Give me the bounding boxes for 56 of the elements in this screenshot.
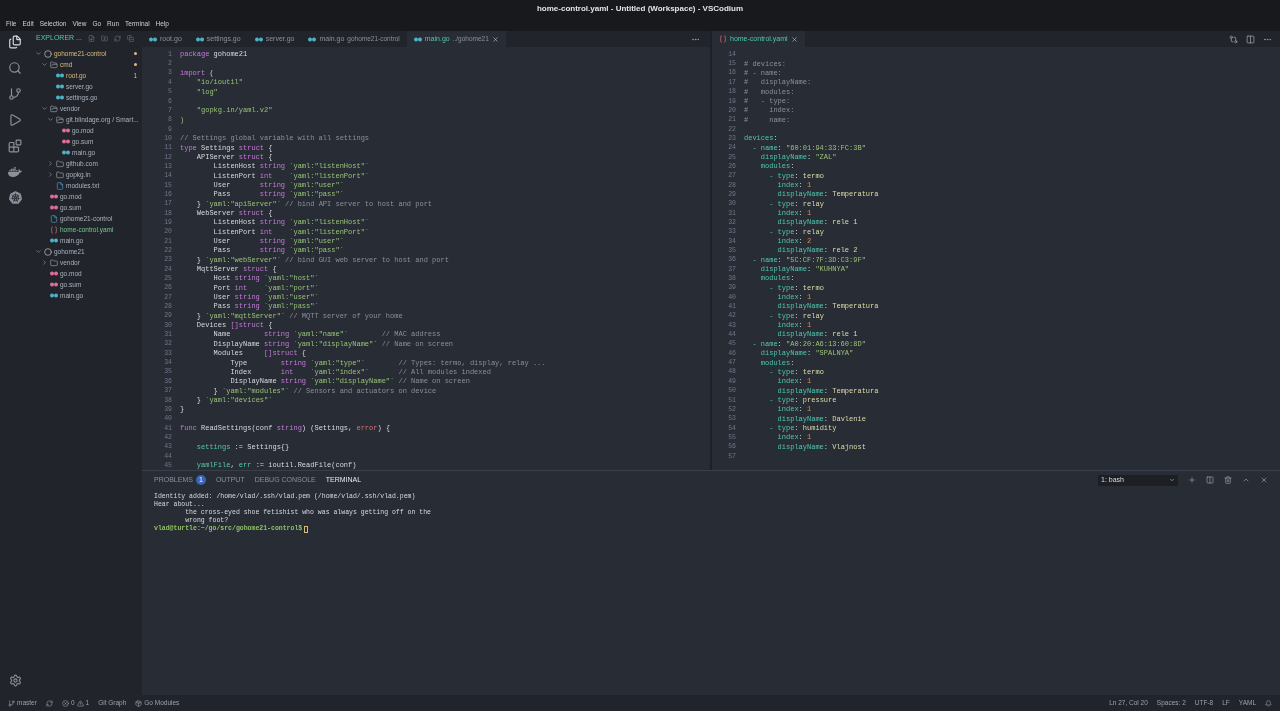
folder-icon — [56, 159, 64, 168]
add-icon[interactable] — [1188, 476, 1196, 484]
go-file-icon — [56, 73, 64, 78]
error-icon — [61, 699, 69, 707]
maximize-icon[interactable] — [1242, 476, 1250, 484]
circle-icon — [44, 247, 52, 256]
circle-icon — [44, 49, 52, 58]
folder-icon — [56, 170, 64, 179]
sync-icon[interactable] — [45, 699, 53, 707]
package-icon — [135, 699, 143, 707]
window-title: home-control.yaml - Untitled (Workspace) - VSCodium — [536, 2, 744, 15]
source-control-icon[interactable] — [8, 87, 22, 101]
go-file-icon — [254, 36, 263, 42]
new-folder-icon[interactable] — [100, 35, 108, 42]
branch-icon — [8, 699, 15, 707]
go-file-icon — [56, 95, 64, 100]
go-file-icon — [62, 150, 70, 155]
split-editor-icon[interactable] — [1246, 34, 1255, 44]
run-icon[interactable] — [8, 113, 22, 127]
new-file-icon[interactable] — [87, 35, 95, 42]
search-icon[interactable] — [8, 61, 22, 75]
go-file-icon — [149, 36, 157, 42]
file-icon — [50, 214, 58, 223]
folder-icon — [50, 60, 58, 69]
warning-icon — [76, 699, 84, 707]
settings-icon[interactable] — [8, 674, 22, 687]
chevron-icon — [1169, 477, 1175, 483]
compare-icon[interactable] — [1229, 34, 1238, 44]
folder-icon — [50, 258, 58, 267]
trash-icon[interactable] — [1224, 476, 1232, 484]
mod-file-icon — [50, 205, 58, 210]
close-icon[interactable] — [790, 35, 798, 43]
go-file-icon — [195, 36, 204, 42]
files-icon[interactable] — [8, 35, 22, 49]
mod-file-icon — [62, 128, 70, 133]
mod-file-icon — [50, 271, 58, 276]
braces-icon — [50, 225, 58, 234]
whale-icon[interactable] — [8, 165, 22, 179]
close-icon[interactable] — [1260, 476, 1268, 484]
wheel-icon[interactable] — [8, 191, 22, 204]
close-icon[interactable] — [491, 35, 499, 43]
file-icon — [56, 181, 64, 190]
go-file-icon — [413, 36, 422, 42]
split-terminal-icon[interactable] — [1206, 476, 1214, 484]
braces-icon — [719, 35, 727, 43]
cursor — [304, 525, 309, 533]
mod-file-icon — [62, 139, 70, 144]
go-file-icon — [56, 84, 64, 89]
mod-file-icon — [50, 194, 58, 199]
extensions-icon[interactable] — [8, 139, 22, 153]
go-file-icon — [50, 293, 58, 298]
bell-icon[interactable] — [1265, 699, 1272, 707]
collapse-icon[interactable] — [126, 35, 134, 42]
go-file-icon — [50, 238, 58, 243]
mod-file-icon — [50, 282, 58, 287]
go-file-icon — [308, 36, 317, 42]
